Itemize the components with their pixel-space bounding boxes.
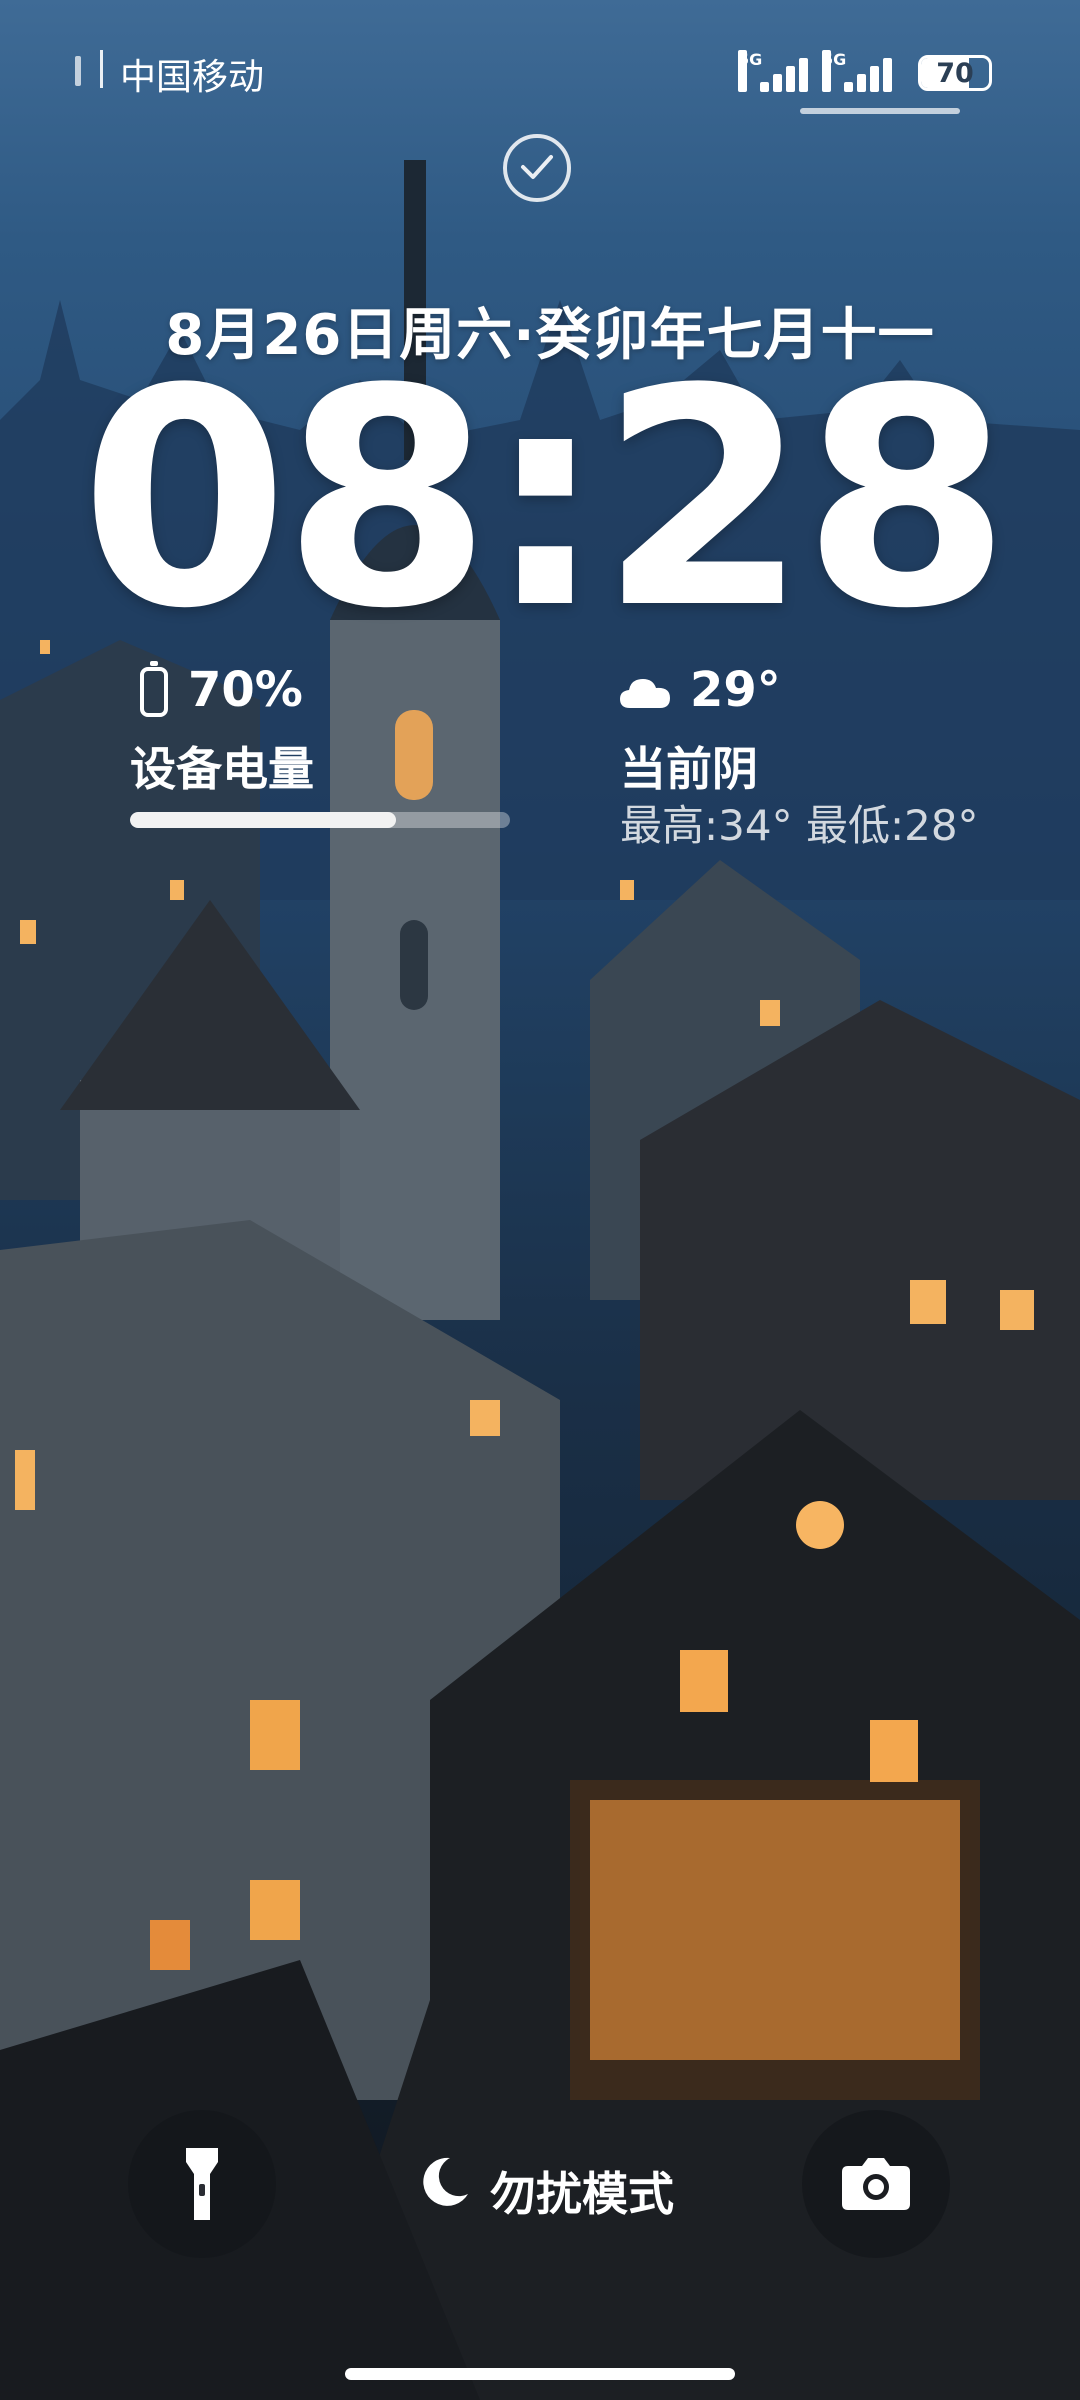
battery-status-icon: 70 [918, 55, 992, 91]
cellular-signal-2-icon: 5G [822, 50, 904, 92]
network-type-label-1: 5G [738, 50, 762, 92]
lock-clock: 08:28 [80, 325, 1011, 674]
battery-percent: 70% [188, 662, 303, 718]
check-icon [503, 134, 571, 202]
battery-status-text: 70 [936, 58, 974, 89]
flashlight-icon [186, 2148, 218, 2220]
network-type-label-2: 5G [822, 50, 846, 92]
home-indicator[interactable] [345, 2368, 735, 2380]
status-bar: 中国移动 5G 5G 70 [0, 0, 1080, 140]
do-not-disturb-label: 勿扰模式 [490, 2167, 674, 2221]
battery-label: 设备电量 [130, 742, 314, 796]
carrier-name: 中国移动 [120, 57, 265, 98]
battery-progress-fill [130, 812, 396, 828]
flashlight-button[interactable] [128, 2110, 276, 2258]
weather-condition: 当前阴 [620, 742, 758, 796]
phone-battery-icon [140, 661, 168, 717]
cellular-signal-1-icon: 5G [738, 50, 820, 92]
camera-icon [842, 2158, 910, 2210]
sim-indicator-icon [75, 56, 81, 86]
camera-button[interactable] [802, 2110, 950, 2258]
carrier-separator [100, 50, 103, 88]
weather-temperature: 29° [690, 662, 781, 718]
moon-icon [423, 2157, 468, 2206]
status-bar-handle [800, 108, 960, 114]
cloud-icon [620, 679, 670, 708]
battery-progress-bar [130, 812, 510, 828]
weather-range: 最高:34° 最低:28° [620, 801, 979, 850]
